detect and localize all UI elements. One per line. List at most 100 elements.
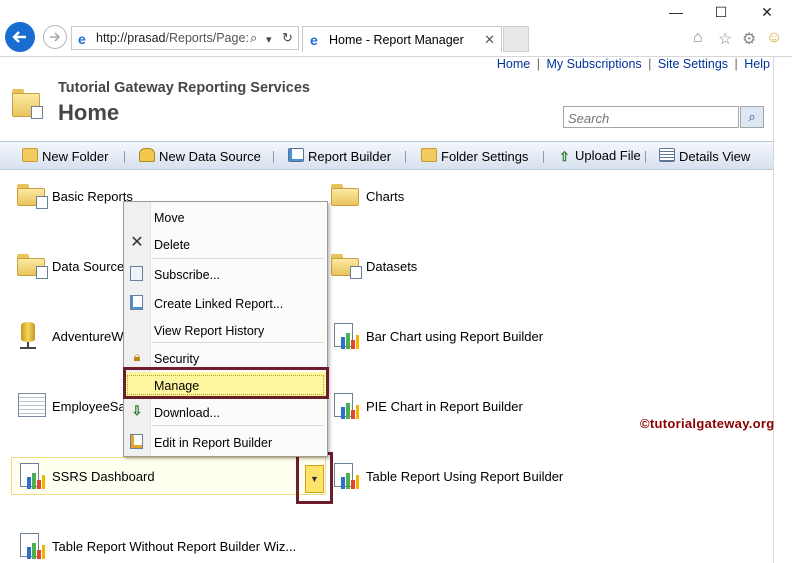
- maximize-icon[interactable]: ☐: [706, 4, 736, 21]
- item-adventureworks[interactable]: AdventureWo: [52, 329, 131, 344]
- menu-item-delete[interactable]: ✕ Delete: [124, 231, 327, 257]
- home-link[interactable]: Home: [497, 57, 530, 71]
- link-separator: |: [648, 57, 652, 71]
- menu-label: Create Linked Report...: [154, 297, 284, 311]
- new-data-source-label: New Data Source: [159, 149, 261, 164]
- address-dropdown-icon[interactable]: ▾: [266, 33, 272, 46]
- forward-button[interactable]: [43, 25, 67, 49]
- link-separator: |: [734, 57, 738, 71]
- address-bar[interactable]: e http://prasad/Reports/Page: ⌕ ▾ ↻: [71, 26, 299, 50]
- ie-page-icon: e: [78, 31, 86, 47]
- folder-icon: [17, 254, 48, 279]
- toolbar-divider: [273, 151, 274, 163]
- new-tab-button[interactable]: [503, 26, 529, 52]
- manage-highlight-frame: [123, 367, 329, 399]
- home-icon[interactable]: ⌂: [693, 29, 703, 47]
- report-builder-label: Report Builder: [308, 149, 392, 164]
- folder-settings-icon: [421, 148, 437, 162]
- report-icon: [18, 533, 46, 561]
- menu-separator: [152, 342, 324, 343]
- item-data-sources[interactable]: Data Source: [52, 259, 124, 274]
- folder-settings-button[interactable]: Folder Settings: [421, 148, 528, 164]
- report-icon: [332, 393, 360, 421]
- folder-icon: [331, 254, 362, 279]
- context-menu: Move ✕ Delete Subscribe... Create Linked …: [123, 201, 328, 457]
- page-title: Home: [58, 100, 120, 125]
- search-icon: ⌕: [748, 109, 756, 124]
- report-icon: [332, 463, 360, 491]
- dropdown-highlight-frame: [296, 452, 333, 504]
- top-links: Home | My Subscriptions | Site Settings …: [0, 57, 770, 75]
- lock-icon: 🔒︎: [133, 349, 141, 364]
- toolbar-divider: [543, 151, 544, 163]
- search-box[interactable]: [563, 106, 740, 128]
- smiley-feedback-icon[interactable]: ☺: [766, 29, 782, 47]
- tab-title: Home - Report Manager: [329, 33, 464, 47]
- menu-label: Edit in Report Builder: [154, 436, 273, 450]
- item-table-report-builder[interactable]: Table Report Using Report Builder: [366, 469, 563, 484]
- toolbar-divider: [124, 151, 125, 163]
- menu-item-view-report-history[interactable]: View Report History: [124, 317, 327, 343]
- new-folder-label: New Folder: [42, 149, 109, 164]
- menu-label: Security: [154, 352, 200, 366]
- details-view-button[interactable]: Details View: [659, 148, 750, 164]
- report-builder-button[interactable]: Report Builder: [288, 148, 391, 164]
- menu-label: Download...: [154, 406, 221, 420]
- menu-item-create-linked-report[interactable]: Create Linked Report...: [124, 290, 327, 316]
- search-input[interactable]: [566, 108, 740, 128]
- item-ssrs-dashboard[interactable]: SSRS Dashboard: [52, 469, 155, 484]
- details-view-icon: [659, 148, 675, 162]
- favorites-star-icon[interactable]: ☆: [718, 29, 732, 49]
- item-employee[interactable]: EmployeeSa: [52, 399, 126, 414]
- item-basic-reports[interactable]: Basic Reports: [52, 189, 133, 204]
- upload-arrow-icon: ⇧: [559, 149, 570, 164]
- back-arrow-icon: [12, 31, 26, 43]
- site-settings-link[interactable]: Site Settings: [658, 57, 728, 71]
- new-data-source-button[interactable]: New Data Source: [139, 148, 261, 164]
- gear-icon[interactable]: ⚙: [742, 29, 756, 49]
- dataset-icon: [18, 393, 46, 417]
- help-link[interactable]: Help: [744, 57, 770, 71]
- menu-label: View Report History: [154, 324, 265, 338]
- item-table-report-wizard[interactable]: Table Report Without Report Builder Wiz.…: [52, 539, 296, 554]
- address-url: http://prasad/Reports/Page:: [96, 31, 249, 45]
- tab-close-icon[interactable]: ✕: [484, 32, 495, 48]
- new-folder-icon: [22, 148, 38, 162]
- menu-separator: [152, 425, 324, 426]
- menu-label: Move: [154, 211, 185, 225]
- menu-label: Subscribe...: [154, 268, 221, 282]
- window-edge: [773, 57, 774, 563]
- report-icon: [18, 463, 46, 491]
- toolbar-divider: [645, 151, 646, 163]
- database-icon: [18, 322, 40, 350]
- my-subscriptions-link[interactable]: My Subscriptions: [546, 57, 641, 71]
- menu-item-edit-in-report-builder[interactable]: Edit in Report Builder: [124, 429, 327, 455]
- menu-item-download[interactable]: ⇩ Download...: [124, 399, 327, 425]
- upload-file-button[interactable]: ⇧ Upload File: [559, 148, 641, 163]
- minimize-icon[interactable]: —: [661, 4, 691, 20]
- upload-file-label: Upload File: [575, 148, 641, 163]
- close-icon[interactable]: ✕: [752, 4, 782, 21]
- item-charts[interactable]: Charts: [366, 189, 404, 204]
- menu-item-move[interactable]: Move: [124, 204, 327, 230]
- refresh-icon[interactable]: ↻: [282, 30, 293, 46]
- download-arrow-icon: ⇩: [131, 403, 143, 418]
- item-bar-chart[interactable]: Bar Chart using Report Builder: [366, 329, 543, 344]
- subscribe-icon: [130, 266, 143, 281]
- watermark-text: ©tutorialgateway.org: [640, 416, 775, 431]
- new-folder-button[interactable]: New Folder: [22, 148, 108, 164]
- menu-item-subscribe[interactable]: Subscribe...: [124, 261, 327, 287]
- address-search-icon[interactable]: ⌕: [250, 30, 257, 46]
- link-separator: |: [536, 57, 540, 71]
- search-button[interactable]: ⌕: [740, 106, 764, 128]
- address-host: http://prasad: [96, 31, 166, 45]
- browser-tab[interactable]: e Home - Report Manager ✕: [302, 26, 502, 52]
- item-pie-chart[interactable]: PIE Chart in Report Builder: [366, 399, 523, 414]
- menu-separator: [152, 258, 324, 259]
- item-datasets[interactable]: Datasets: [366, 259, 417, 274]
- site-title: Tutorial Gateway Reporting Services: [58, 80, 310, 96]
- edit-report-icon: [130, 434, 143, 449]
- report-icon: [332, 323, 360, 351]
- home-folder-icon: [12, 89, 43, 119]
- back-button[interactable]: [5, 22, 35, 52]
